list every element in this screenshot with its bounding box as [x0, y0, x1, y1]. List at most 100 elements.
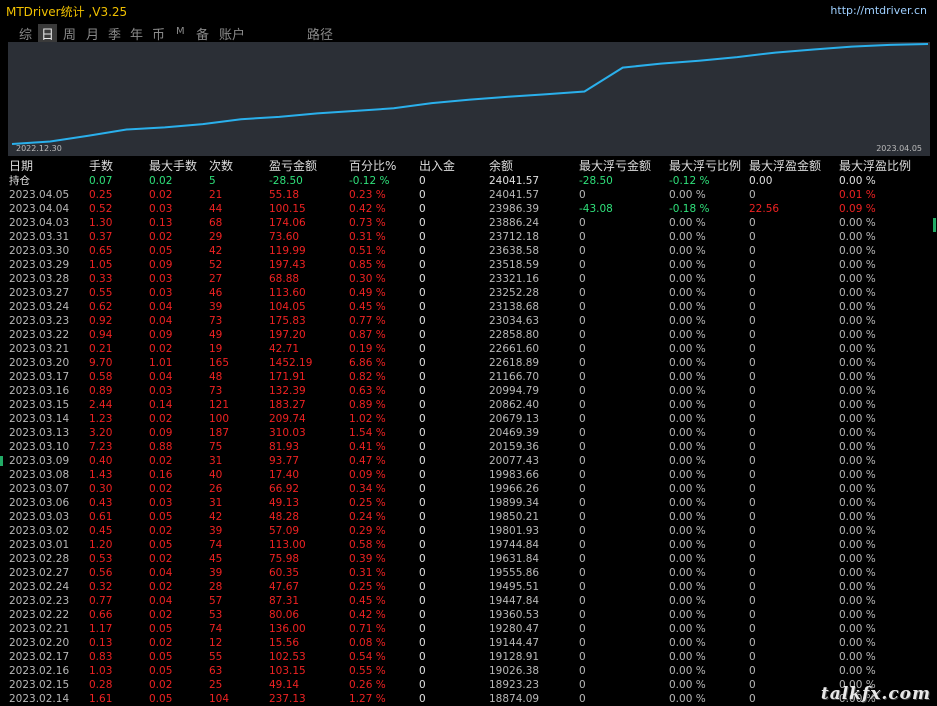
- tab-yearly[interactable]: 年: [127, 24, 146, 43]
- tab-path[interactable]: 路径: [304, 24, 336, 43]
- table-cell: 0: [419, 259, 426, 271]
- table-cell: -0.18 %: [669, 203, 710, 215]
- tab-account[interactable]: 账户: [216, 24, 248, 43]
- table-row[interactable]: 2023.04.05 0.25 0.02 21 55.18 0.23 % 0 24041.57…: [0, 188, 937, 202]
- column-header[interactable]: 盈亏金额: [269, 158, 317, 174]
- table-cell: 0: [419, 399, 426, 411]
- column-header[interactable]: 最大浮亏金额: [579, 158, 651, 174]
- table-row[interactable]: 2023.03.27 0.55 0.03 46 113.60 0.49 % 0 23252.2…: [0, 286, 937, 300]
- table-cell: 45: [209, 553, 223, 565]
- table-cell: 22661.60: [489, 343, 540, 355]
- table-row[interactable]: 2023.02.15 0.28 0.02 25 49.14 0.26 % 0 18923.23…: [0, 678, 937, 692]
- table-row[interactable]: 2023.04.03 1.30 0.13 68 174.06 0.73 % 0 23886.2…: [0, 216, 937, 230]
- table-cell: 0.00 %: [839, 539, 876, 551]
- table-cell: 0.02: [149, 413, 173, 425]
- table-row[interactable]: 2023.02.28 0.53 0.02 45 75.98 0.39 % 0 19631.84…: [0, 552, 937, 566]
- table-row[interactable]: 2023.03.30 0.65 0.05 42 119.99 0.51 % 0 23638.5…: [0, 244, 937, 258]
- table-cell: 100.15: [269, 203, 306, 215]
- column-header[interactable]: 百分比%: [349, 158, 396, 174]
- table-row[interactable]: 2023.03.13 3.20 0.09 187 310.03 1.54 % 0 20469.…: [0, 426, 937, 440]
- table-row[interactable]: 2023.02.16 1.03 0.05 63 103.15 0.55 % 0 19026.3…: [0, 664, 937, 678]
- table-row[interactable]: 2023.03.17 0.58 0.04 48 171.91 0.82 % 0 21166.7…: [0, 370, 937, 384]
- table-row[interactable]: 2023.03.02 0.45 0.02 39 57.09 0.29 % 0 19801.93…: [0, 524, 937, 538]
- table-row[interactable]: 2023.03.16 0.89 0.03 73 132.39 0.63 % 0 20994.7…: [0, 384, 937, 398]
- table-row[interactable]: 2023.03.08 1.43 0.16 40 17.40 0.09 % 0 19983.66…: [0, 468, 937, 482]
- table-cell: 0.00 %: [669, 637, 706, 649]
- table-cell: 0: [749, 343, 756, 355]
- table-row[interactable]: 2023.02.27 0.56 0.04 39 60.35 0.31 % 0 19555.86…: [0, 566, 937, 580]
- table-cell: -28.50: [269, 175, 303, 187]
- table-cell: 0.14: [149, 399, 173, 411]
- table-cell: 0: [579, 623, 586, 635]
- table-cell: 0.02: [149, 483, 173, 495]
- table-row[interactable]: 2023.03.09 0.40 0.02 31 93.77 0.47 % 0 20077.43…: [0, 454, 937, 468]
- table-cell: 0.04: [149, 595, 173, 607]
- table-row[interactable]: 2023.03.28 0.33 0.03 27 68.88 0.30 % 0 23321.16…: [0, 272, 937, 286]
- table-row[interactable]: 2023.02.17 0.83 0.05 55 102.53 0.54 % 0 19128.9…: [0, 650, 937, 664]
- table-cell: 21166.70: [489, 371, 540, 383]
- table-cell: 44: [209, 203, 223, 215]
- table-cell: 0.09: [149, 427, 173, 439]
- table-row[interactable]: 2023.03.24 0.62 0.04 39 104.05 0.45 % 0 23138.6…: [0, 300, 937, 314]
- table-row[interactable]: 2023.02.24 0.32 0.02 28 47.67 0.25 % 0 19495.51…: [0, 580, 937, 594]
- table-row[interactable]: 2023.03.15 2.44 0.14 121 183.27 0.89 % 0 20862.…: [0, 398, 937, 412]
- table-cell: 23712.18: [489, 231, 540, 243]
- column-header[interactable]: 出入金: [419, 158, 455, 174]
- table-row[interactable]: 2023.03.03 0.61 0.05 42 48.28 0.24 % 0 19850.21…: [0, 510, 937, 524]
- tab-notes[interactable]: 备: [193, 24, 212, 43]
- table-cell: -28.50: [579, 175, 613, 187]
- table-cell: 19447.84: [489, 595, 540, 607]
- column-header[interactable]: 日期: [9, 158, 33, 174]
- table-row[interactable]: 2023.02.21 1.17 0.05 74 136.00 0.71 % 0 19280.4…: [0, 622, 937, 636]
- tab-daily[interactable]: 日: [38, 24, 58, 43]
- table-cell: 0.03: [149, 385, 173, 397]
- table-cell: 0: [579, 343, 586, 355]
- table-cell: 0.00 %: [669, 399, 706, 411]
- table-row[interactable]: 2023.02.23 0.77 0.04 57 87.31 0.45 % 0 19447.84…: [0, 594, 937, 608]
- table-row[interactable]: 2023.03.29 1.05 0.09 52 197.43 0.85 % 0 23518.5…: [0, 258, 937, 272]
- table-cell: 15.56: [269, 637, 300, 649]
- tab-m[interactable]: M: [173, 26, 188, 37]
- row-date: 2023.03.14: [9, 413, 70, 425]
- table-row[interactable]: 2023.03.01 1.20 0.05 74 113.00 0.58 % 0 19744.8…: [0, 538, 937, 552]
- table-row[interactable]: 2023.03.20 9.70 1.01 165 1452.19 6.86 % 0 22618…: [0, 356, 937, 370]
- table-cell: 19801.93: [489, 525, 540, 537]
- table-row[interactable]: 2023.03.06 0.43 0.03 31 49.13 0.25 % 0 19899.34…: [0, 496, 937, 510]
- tab-quarterly[interactable]: 季: [105, 24, 124, 43]
- website-link[interactable]: http://mtdriver.cn: [830, 4, 927, 17]
- table-cell: 0: [749, 623, 756, 635]
- table-row[interactable]: 2023.03.21 0.21 0.02 19 42.71 0.19 % 0 22661.60…: [0, 342, 937, 356]
- column-header[interactable]: 最大浮亏比例: [669, 158, 741, 174]
- table-row[interactable]: 2023.02.22 0.66 0.02 53 80.06 0.42 % 0 19360.53…: [0, 608, 937, 622]
- table-row[interactable]: 2023.03.23 0.92 0.04 73 175.83 0.77 % 0 23034.6…: [0, 314, 937, 328]
- column-header[interactable]: 次数: [209, 158, 233, 174]
- table-cell: 0.07: [89, 175, 113, 187]
- table-row[interactable]: 2023.04.04 0.52 0.03 44 100.15 0.42 % 0 23986.3…: [0, 202, 937, 216]
- tab-overview[interactable]: 综: [16, 24, 35, 43]
- table-cell: 0: [579, 427, 586, 439]
- table-row[interactable]: 2023.02.20 0.13 0.02 12 15.56 0.08 % 0 19144.47…: [0, 636, 937, 650]
- table-cell: 0: [749, 483, 756, 495]
- column-header[interactable]: 最大浮盈比例: [839, 158, 911, 174]
- table-row[interactable]: 2023.03.31 0.37 0.02 29 73.60 0.31 % 0 23712.18…: [0, 230, 937, 244]
- table-cell: 1.27 %: [349, 693, 386, 705]
- column-header[interactable]: 余额: [489, 158, 513, 174]
- tab-monthly[interactable]: 月: [83, 24, 102, 43]
- table-cell: 0: [579, 399, 586, 411]
- row-date: 2023.02.14: [9, 693, 70, 705]
- column-header[interactable]: 最大浮盈金额: [749, 158, 821, 174]
- table-row[interactable]: 2023.02.14 1.61 0.05 104 237.13 1.27 % 0 18874.…: [0, 692, 937, 706]
- table-cell: 0: [579, 371, 586, 383]
- table-cell: 174.06: [269, 217, 306, 229]
- table-cell: 0: [749, 427, 756, 439]
- column-header[interactable]: 手数: [89, 158, 113, 174]
- tab-currency[interactable]: 币: [149, 24, 168, 43]
- table-row[interactable]: 2023.03.07 0.30 0.02 26 66.92 0.34 % 0 19966.26…: [0, 482, 937, 496]
- column-header[interactable]: 最大手数: [149, 158, 197, 174]
- table-row[interactable]: 2023.03.22 0.94 0.09 49 197.20 0.87 % 0 22858.8…: [0, 328, 937, 342]
- table-cell: 19966.26: [489, 483, 540, 495]
- table-row[interactable]: 2023.03.10 7.23 0.88 75 81.93 0.41 % 0 20159.36…: [0, 440, 937, 454]
- table-row[interactable]: 2023.03.14 1.23 0.02 100 209.74 1.02 % 0 20679.…: [0, 412, 937, 426]
- table-cell: 0.09: [149, 259, 173, 271]
- tab-weekly[interactable]: 周: [60, 24, 79, 43]
